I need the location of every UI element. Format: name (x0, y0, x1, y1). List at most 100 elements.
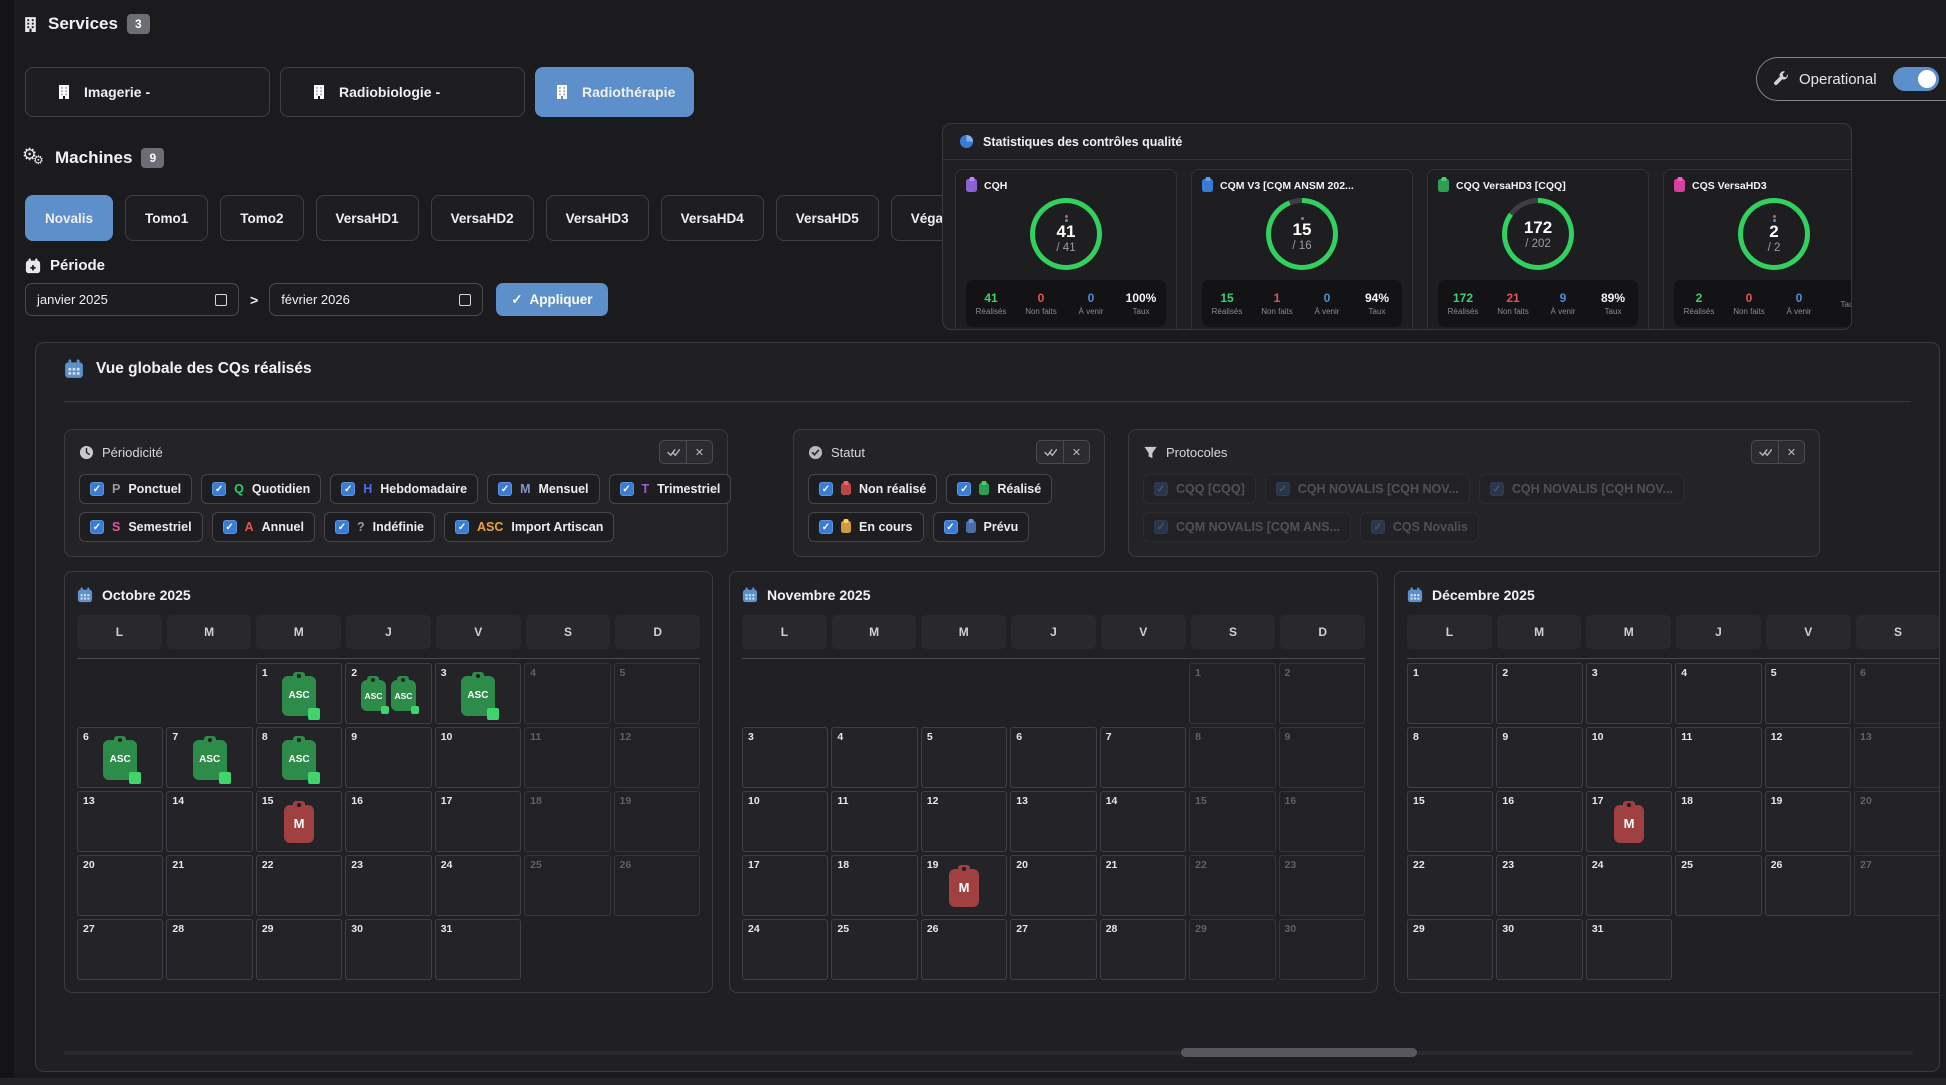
qc-badge-asc[interactable]: ASC (361, 680, 386, 711)
day-cell[interactable]: 23 (1496, 855, 1582, 916)
periodicite-chip[interactable]: TTrimestriel (609, 474, 732, 504)
periodicite-chip[interactable]: ?Indéfinie (324, 512, 435, 542)
day-cell[interactable]: 30 (1496, 919, 1582, 980)
machine-button-4[interactable]: VersaHD1 (316, 195, 419, 241)
day-cell[interactable]: 10 (742, 791, 828, 852)
day-cell[interactable]: 16 (1496, 791, 1582, 852)
day-cell[interactable]: 16 (1279, 791, 1365, 852)
protocoles-chip[interactable]: CQS Novalis (1360, 512, 1479, 542)
machine-button-3[interactable]: Tomo2 (220, 195, 303, 241)
day-cell[interactable]: 26 (614, 855, 700, 916)
apply-button[interactable]: ✓ Appliquer (496, 283, 607, 316)
day-cell[interactable]: 25 (1675, 855, 1761, 916)
periodicite-chip[interactable]: MMensuel (487, 474, 599, 504)
day-cell[interactable]: 11 (831, 791, 917, 852)
day-cell[interactable]: 17M (1586, 791, 1672, 852)
day-cell[interactable]: 31 (435, 919, 521, 980)
day-cell[interactable]: 28 (166, 919, 252, 980)
day-cell[interactable]: 8 (1189, 727, 1275, 788)
day-cell[interactable]: 27 (77, 919, 163, 980)
day-cell[interactable]: 5 (1765, 663, 1851, 724)
day-cell[interactable]: 13 (1854, 727, 1940, 788)
day-cell[interactable]: 18 (524, 791, 610, 852)
periodicite-chip[interactable]: PPonctuel (79, 474, 192, 504)
qc-badge-m[interactable]: M (1614, 805, 1644, 843)
day-cell[interactable]: 27 (1010, 919, 1096, 980)
day-cell[interactable]: 7ASC (166, 727, 252, 788)
day-cell[interactable]: 22 (1189, 855, 1275, 916)
day-cell[interactable]: 9 (1279, 727, 1365, 788)
protocoles-chip[interactable]: CQM NOVALIS [CQM ANS... (1143, 512, 1351, 542)
day-cell[interactable]: 19 (614, 791, 700, 852)
day-cell[interactable]: 24 (742, 919, 828, 980)
qc-badge-asc[interactable]: ASC (103, 740, 137, 780)
day-cell[interactable]: 18 (831, 855, 917, 916)
day-cell[interactable]: 10 (435, 727, 521, 788)
qc-badge-m[interactable]: M (949, 869, 979, 907)
day-cell[interactable]: 5 (921, 727, 1007, 788)
day-cell[interactable]: 6 (1854, 663, 1940, 724)
day-cell[interactable]: 22 (1407, 855, 1493, 916)
service-button-2[interactable]: Radiobiologie - (280, 67, 525, 117)
statut-chip[interactable]: Prévu (933, 512, 1030, 542)
machine-button-7[interactable]: VersaHD4 (661, 195, 764, 241)
operational-toggle[interactable] (1893, 67, 1939, 91)
day-cell[interactable]: 2 (1496, 663, 1582, 724)
machine-button-5[interactable]: VersaHD2 (431, 195, 534, 241)
clear-all-button[interactable]: ✕ (1063, 440, 1090, 464)
periodicite-chip[interactable]: QQuotidien (201, 474, 321, 504)
day-cell[interactable]: 19 (1765, 791, 1851, 852)
day-cell[interactable]: 25 (831, 919, 917, 980)
qc-badge-asc[interactable]: ASC (461, 676, 495, 716)
day-cell[interactable]: 15 (1407, 791, 1493, 852)
periodicite-chip[interactable]: SSemestriel (79, 512, 203, 542)
statut-chip[interactable]: Non réalisé (808, 474, 937, 504)
service-button-3[interactable]: Radiothérapie (535, 67, 694, 117)
day-cell[interactable]: 1 (1189, 663, 1275, 724)
statut-chip[interactable]: Réalisé (946, 474, 1052, 504)
day-cell[interactable]: 24 (1586, 855, 1672, 916)
periodicite-chip[interactable]: HHebdomadaire (330, 474, 478, 504)
day-cell[interactable]: 26 (921, 919, 1007, 980)
qc-badge-asc[interactable]: ASC (282, 676, 316, 716)
day-cell[interactable]: 18 (1675, 791, 1761, 852)
machine-button-8[interactable]: VersaHD5 (776, 195, 879, 241)
day-cell[interactable]: 3 (742, 727, 828, 788)
day-cell[interactable]: 16 (345, 791, 431, 852)
day-cell[interactable]: 21 (166, 855, 252, 916)
day-cell[interactable]: 12 (921, 791, 1007, 852)
protocoles-chip[interactable]: CQH NOVALIS [CQH NOV... (1265, 474, 1470, 504)
day-cell[interactable]: 24 (435, 855, 521, 916)
day-cell[interactable]: 29 (1407, 919, 1493, 980)
service-button-1[interactable]: Imagerie - (25, 67, 270, 117)
day-cell[interactable]: 22 (256, 855, 342, 916)
day-cell[interactable]: 15 (1189, 791, 1275, 852)
day-cell[interactable]: 17 (435, 791, 521, 852)
day-cell[interactable]: 29 (1189, 919, 1275, 980)
day-cell[interactable]: 11 (1675, 727, 1761, 788)
day-cell[interactable]: 28 (1100, 919, 1186, 980)
horizontal-scrollbar-thumb[interactable] (1181, 1048, 1417, 1057)
day-cell[interactable]: 7 (1100, 727, 1186, 788)
day-cell[interactable]: 5 (614, 663, 700, 724)
statut-chip[interactable]: En cours (808, 512, 924, 542)
day-cell[interactable]: 20 (1854, 791, 1940, 852)
day-cell[interactable]: 6 (1010, 727, 1096, 788)
day-cell[interactable]: 13 (77, 791, 163, 852)
date-to-input[interactable]: février 2026 (269, 283, 483, 316)
day-cell[interactable]: 8ASC (256, 727, 342, 788)
day-cell[interactable]: 17 (742, 855, 828, 916)
day-cell[interactable]: 20 (1010, 855, 1096, 916)
day-cell[interactable]: 14 (166, 791, 252, 852)
day-cell[interactable]: 12 (1765, 727, 1851, 788)
day-cell[interactable]: 4 (1675, 663, 1761, 724)
clear-all-button[interactable]: ✕ (686, 440, 713, 464)
day-cell[interactable]: 1ASC (256, 663, 342, 724)
day-cell[interactable]: 21 (1100, 855, 1186, 916)
machine-button-2[interactable]: Tomo1 (125, 195, 208, 241)
day-cell[interactable]: 13 (1010, 791, 1096, 852)
protocoles-chip[interactable]: CQQ [CQQ] (1143, 474, 1256, 504)
day-cell[interactable]: 30 (345, 919, 431, 980)
day-cell[interactable]: 9 (1496, 727, 1582, 788)
day-cell[interactable]: 10 (1586, 727, 1672, 788)
